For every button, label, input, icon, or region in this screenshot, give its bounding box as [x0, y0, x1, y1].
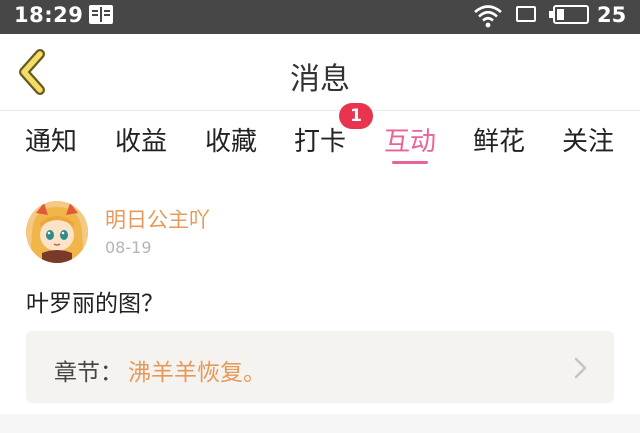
chapter-label: 章节： [54, 360, 123, 386]
username[interactable]: 明日公主吖 [105, 204, 210, 234]
avatar[interactable] [26, 201, 88, 263]
book-icon [89, 5, 113, 24]
active-tab-indicator [392, 161, 428, 164]
tab-label: 互动 [383, 127, 436, 157]
tab-label: 鲜花 [472, 127, 525, 157]
list-separator [0, 414, 640, 433]
battery-fill [557, 9, 564, 20]
tab-label: 收益 [114, 127, 167, 157]
page-title: 消息 [290, 62, 350, 97]
tab-label: 通知 [24, 127, 77, 157]
status-time: 18:29 [14, 3, 84, 27]
chapter-link[interactable]: 章节： 沸羊羊恢复。 [26, 331, 614, 403]
tab-label: 收藏 [204, 127, 257, 157]
tab-flowers[interactable]: 鲜花 [459, 121, 539, 158]
tab-label: 打卡 [293, 127, 346, 157]
wifi-icon [474, 5, 502, 28]
avatar-image [26, 201, 88, 263]
tab-interaction[interactable]: 互动 [370, 121, 450, 164]
battery-icon [549, 5, 589, 24]
header: 消息 [0, 34, 640, 111]
tab-favorites[interactable]: 收藏 [191, 121, 271, 158]
tab-earnings[interactable]: 收益 [101, 121, 181, 158]
tab-label: 关注 [561, 127, 614, 157]
chevron-right-icon [574, 357, 587, 379]
status-bar: 18:29 25 [0, 0, 640, 34]
tab-following[interactable]: 关注 [548, 121, 628, 158]
battery-level: 25 [597, 3, 627, 27]
tab-bar: 通知 收益 收藏 打卡 互动 鲜花 关注 [0, 111, 640, 169]
message-date: 08-19 [105, 238, 152, 257]
tab-notifications[interactable]: 通知 [11, 121, 91, 158]
sim-icon [516, 6, 536, 22]
message-text: 叶罗丽的图？ [26, 291, 164, 317]
checkin-badge: 1 [339, 103, 373, 129]
chapter-name: 沸羊羊恢复。 [128, 360, 266, 386]
